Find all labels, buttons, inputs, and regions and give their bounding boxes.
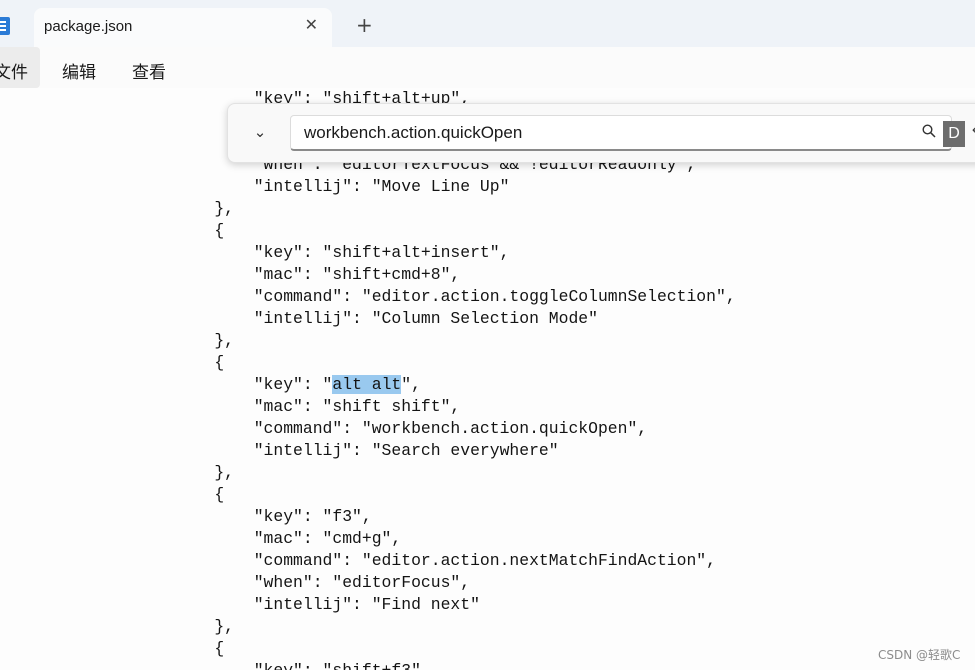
search-icon[interactable] (922, 124, 936, 138)
find-bar: ⌄ workbench.action.quickOpen D ← (227, 103, 975, 163)
code-line: { (175, 221, 225, 240)
code-line: "command": "workbench.action.quickOpen", (175, 419, 648, 438)
code-line: { (175, 353, 225, 372)
code-line: "mac": "shift+cmd+8", (175, 265, 461, 284)
code-line: }, (175, 331, 235, 350)
title-bar: package.json ✕ + (0, 0, 975, 47)
code-line-suffix: ", (401, 375, 421, 394)
code-line: "key": "shift+alt+insert", (175, 243, 510, 262)
text-editor[interactable]: "key": "shift+alt+up", "when": "editorTe… (0, 88, 975, 670)
menu-view[interactable]: 查看 (132, 58, 166, 83)
menu-file-label: 文件 (0, 63, 28, 83)
code-line: }, (175, 463, 235, 482)
code-line: { (175, 639, 225, 658)
code-line: "key": "f3", (175, 507, 372, 526)
watermark: CSDN @轻歌C (878, 648, 961, 662)
code-line: "intellij": "Move Line Up" (175, 177, 510, 196)
code-line: "intellij": "Search everywhere" (175, 441, 559, 460)
code-line-selected: "key": "alt alt", (175, 374, 421, 396)
code-line: "when": "editorFocus", (175, 573, 471, 592)
code-line-prefix: "key": " (175, 375, 333, 394)
ime-indicator: D (943, 121, 965, 147)
code-line: "intellij": "Column Selection Mode" (175, 309, 598, 328)
menu-bar: 编辑 查看 (0, 47, 975, 89)
code-line: { (175, 485, 225, 504)
tab-package-json[interactable]: package.json ✕ (34, 8, 332, 47)
find-input-value: workbench.action.quickOpen (304, 123, 523, 142)
menu-file[interactable]: 文件 (0, 47, 40, 88)
code-line: "mac": "shift shift", (175, 397, 461, 416)
chevron-down-icon[interactable]: ⌄ (248, 120, 272, 144)
code-line: "command": "editor.action.nextMatchFindA… (175, 551, 716, 570)
tab-title: package.json (44, 18, 133, 35)
find-input[interactable]: workbench.action.quickOpen (290, 115, 952, 151)
selected-text: alt alt (332, 375, 402, 394)
code-line: "key": "shift+f3", (175, 660, 431, 670)
new-tab-button[interactable]: + (356, 15, 373, 35)
notepad-icon (0, 17, 10, 35)
code-line: }, (175, 617, 235, 636)
code-line: "mac": "cmd+g", (175, 529, 402, 548)
menu-edit[interactable]: 编辑 (62, 58, 96, 83)
code-line: "intellij": "Find next" (175, 595, 480, 614)
code-line: }, (175, 199, 235, 218)
close-icon[interactable]: ✕ (305, 15, 318, 34)
code-line: "command": "editor.action.toggleColumnSe… (175, 287, 736, 306)
